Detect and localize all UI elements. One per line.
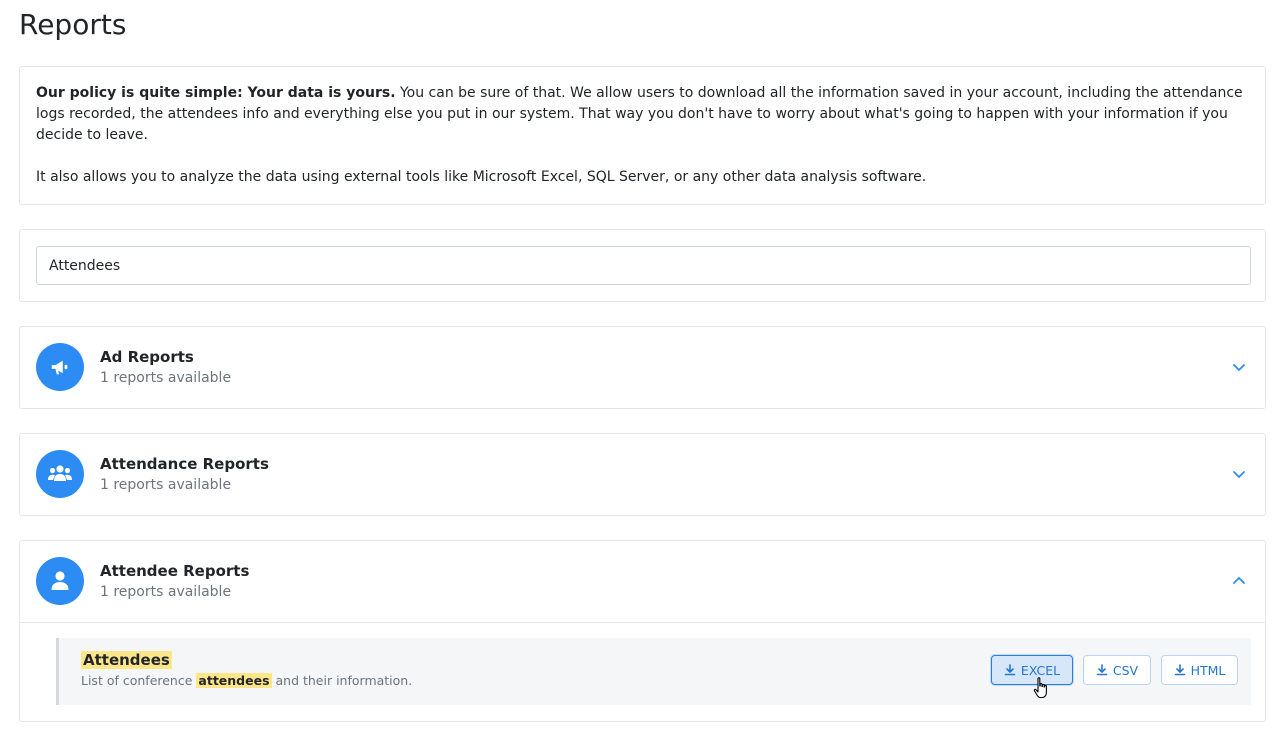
reports-page: Reports Our policy is quite simple: Your… [0, 0, 1279, 729]
policy-paragraph-1: Our policy is quite simple: Your data is… [36, 83, 1249, 146]
section-header-attendance-reports[interactable]: Attendance Reports 1 reports available [20, 434, 1265, 515]
download-csv-button[interactable]: CSV [1083, 655, 1151, 685]
section-divider [20, 622, 1265, 623]
report-desc-before: List of conference [81, 673, 197, 688]
section-ad-reports: Ad Reports 1 reports available [19, 326, 1266, 409]
policy-paragraph-2: It also allows you to analyze the data u… [36, 169, 927, 185]
search-input[interactable] [36, 246, 1251, 285]
report-title: Attendees [81, 650, 172, 670]
page-title: Reports [19, 8, 127, 41]
report-desc-after: and their information. [271, 673, 413, 688]
section-title: Ad Reports [100, 348, 194, 366]
chevron-up-icon[interactable] [1231, 573, 1247, 589]
section-attendance-reports: Attendance Reports 1 reports available [19, 433, 1266, 516]
report-desc-highlight: attendees [196, 673, 272, 688]
report-row-attendees: Attendees List of conference attendees a… [56, 638, 1251, 705]
megaphone-icon [36, 343, 84, 391]
section-subtitle: 1 reports available [100, 584, 232, 600]
policy-card: Our policy is quite simple: Your data is… [19, 66, 1266, 205]
section-subtitle: 1 reports available [100, 370, 232, 386]
download-excel-label: EXCEL [1020, 662, 1061, 678]
report-description: List of conference attendees and their i… [81, 672, 412, 690]
user-icon [36, 557, 84, 605]
download-icon [1004, 664, 1016, 676]
download-icon [1174, 664, 1185, 676]
section-subtitle: 1 reports available [100, 477, 232, 493]
search-card [19, 229, 1266, 302]
report-title-highlight: Attendees [81, 651, 172, 669]
download-csv-label: CSV [1112, 662, 1139, 678]
users-icon [36, 450, 84, 498]
download-html-button[interactable]: HTML [1161, 655, 1238, 685]
section-header-attendee-reports[interactable]: Attendee Reports 1 reports available [20, 541, 1265, 622]
chevron-down-icon[interactable] [1231, 359, 1247, 375]
download-excel-button[interactable]: EXCEL [991, 655, 1073, 685]
section-title: Attendee Reports [100, 562, 250, 580]
policy-bold-lead: Our policy is quite simple: Your data is… [36, 85, 396, 101]
download-icon [1096, 664, 1108, 676]
section-title: Attendance Reports [100, 455, 269, 473]
section-header-ad-reports[interactable]: Ad Reports 1 reports available [20, 327, 1265, 408]
section-attendee-reports: Attendee Reports 1 reports available Att… [19, 540, 1266, 722]
download-html-label: HTML [1190, 662, 1226, 678]
chevron-down-icon[interactable] [1231, 466, 1247, 482]
